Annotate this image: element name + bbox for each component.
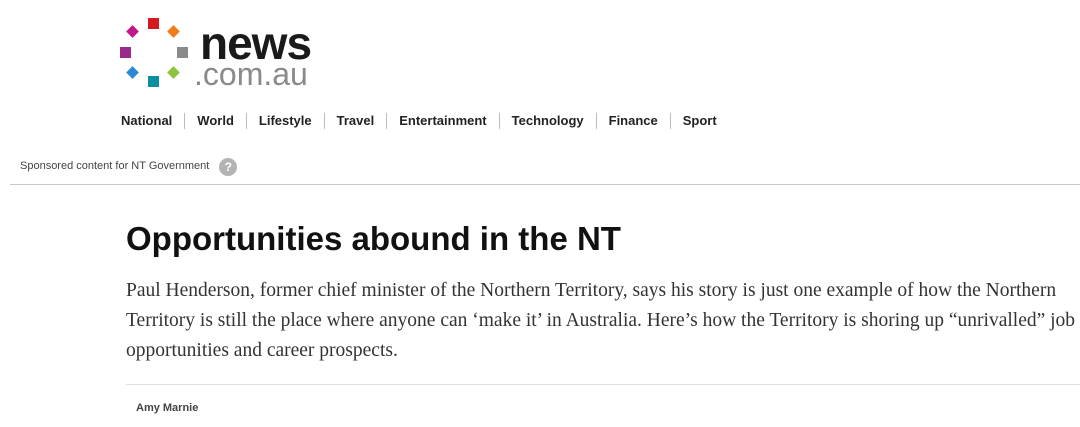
nav-item-national[interactable]: National [121,113,184,129]
logo-dot-grey [177,47,188,58]
article-standfirst: Paul Henderson, former chief minister of… [126,280,1076,361]
question-circle-icon[interactable]: ? [219,158,238,176]
logo-dot-blue [126,66,139,79]
nav-item-travel[interactable]: Travel [323,113,387,129]
nav-item-technology[interactable]: Technology [498,113,596,129]
logo-dot-magenta [126,25,139,38]
sponsored-label: Sponsored content for NT Government [20,159,210,172]
nav-item-entertainment[interactable]: Entertainment [386,113,498,129]
logo-dot-teal [148,76,159,87]
section-nav: National World Lifestyle Travel Entertai… [121,112,729,130]
header-divider [10,184,1080,185]
sponsored-banner: Sponsored content for NT Government ? [20,155,238,176]
logo-dot-purple [120,47,131,58]
article-headline: Opportunities abound in the NT [126,220,621,257]
logo-dot-green [167,66,180,79]
logo-domain-suffix: .com.au [194,56,308,92]
byline-divider [126,384,1080,385]
nav-item-sport[interactable]: Sport [669,113,729,129]
article-author[interactable]: Amy Marnie [136,402,198,414]
logo-dot-red [148,18,159,29]
logo-dot-orange [167,25,180,38]
news-com-au-logo[interactable]: news .com.au [120,16,350,90]
nav-item-lifestyle[interactable]: Lifestyle [245,113,324,129]
nav-item-finance[interactable]: Finance [595,113,670,129]
nav-item-world[interactable]: World [184,113,246,129]
